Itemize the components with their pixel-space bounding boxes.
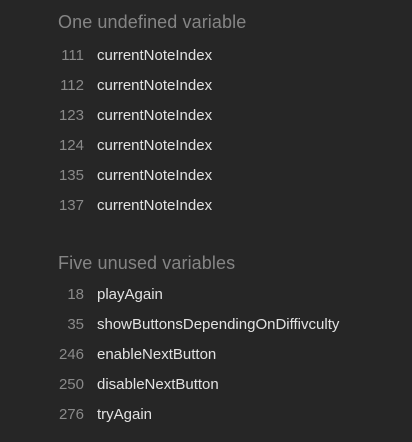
variable-name: currentNoteIndex — [97, 77, 213, 94]
line-number: 246 — [58, 346, 84, 363]
undefined-variable-row[interactable]: 124 currentNoteIndex — [0, 136, 412, 166]
line-number: 18 — [67, 286, 84, 303]
unused-variables-title: Five unused variables — [58, 253, 236, 273]
line-number: 123 — [58, 107, 84, 124]
variable-name: currentNoteIndex — [97, 47, 213, 64]
unused-variable-row[interactable]: 276 tryAgain — [0, 405, 412, 435]
unused-variable-row[interactable]: 35 showButtonsDependingOnDiffivculty — [0, 315, 412, 345]
variable-name: currentNoteIndex — [97, 197, 213, 214]
undefined-variable-row[interactable]: 137 currentNoteIndex — [0, 196, 412, 226]
undefined-variable-row[interactable]: 135 currentNoteIndex — [0, 166, 412, 196]
variable-name: playAgain — [97, 286, 163, 303]
line-number: 111 — [61, 47, 84, 64]
line-number: 250 — [58, 376, 84, 393]
variable-name: currentNoteIndex — [97, 137, 213, 154]
unused-variable-row[interactable]: 246 enableNextButton — [0, 345, 412, 375]
variable-name: currentNoteIndex — [97, 107, 213, 124]
line-number: 135 — [58, 167, 84, 184]
unused-variable-row[interactable]: 18 playAgain — [0, 285, 412, 315]
line-number: 124 — [58, 137, 84, 154]
line-number: 112 — [60, 77, 84, 94]
variable-name: disableNextButton — [97, 376, 219, 393]
undefined-variable-row[interactable]: 123 currentNoteIndex — [0, 106, 412, 136]
undefined-variable-row[interactable]: 111 currentNoteIndex — [0, 46, 412, 76]
unused-variable-row[interactable]: 250 disableNextButton — [0, 375, 412, 405]
undefined-variable-row[interactable]: 112 currentNoteIndex — [0, 76, 412, 106]
undefined-variables-title: One undefined variable — [58, 12, 247, 32]
lint-results-panel: One undefined variable 111 currentNoteIn… — [0, 0, 412, 442]
variable-name: tryAgain — [97, 406, 153, 423]
line-number: 276 — [58, 406, 84, 423]
line-number: 35 — [67, 316, 84, 333]
variable-name: enableNextButton — [97, 346, 217, 363]
variable-name: showButtonsDependingOnDiffivculty — [97, 316, 340, 333]
line-number: 137 — [58, 197, 84, 214]
variable-name: currentNoteIndex — [97, 167, 213, 184]
